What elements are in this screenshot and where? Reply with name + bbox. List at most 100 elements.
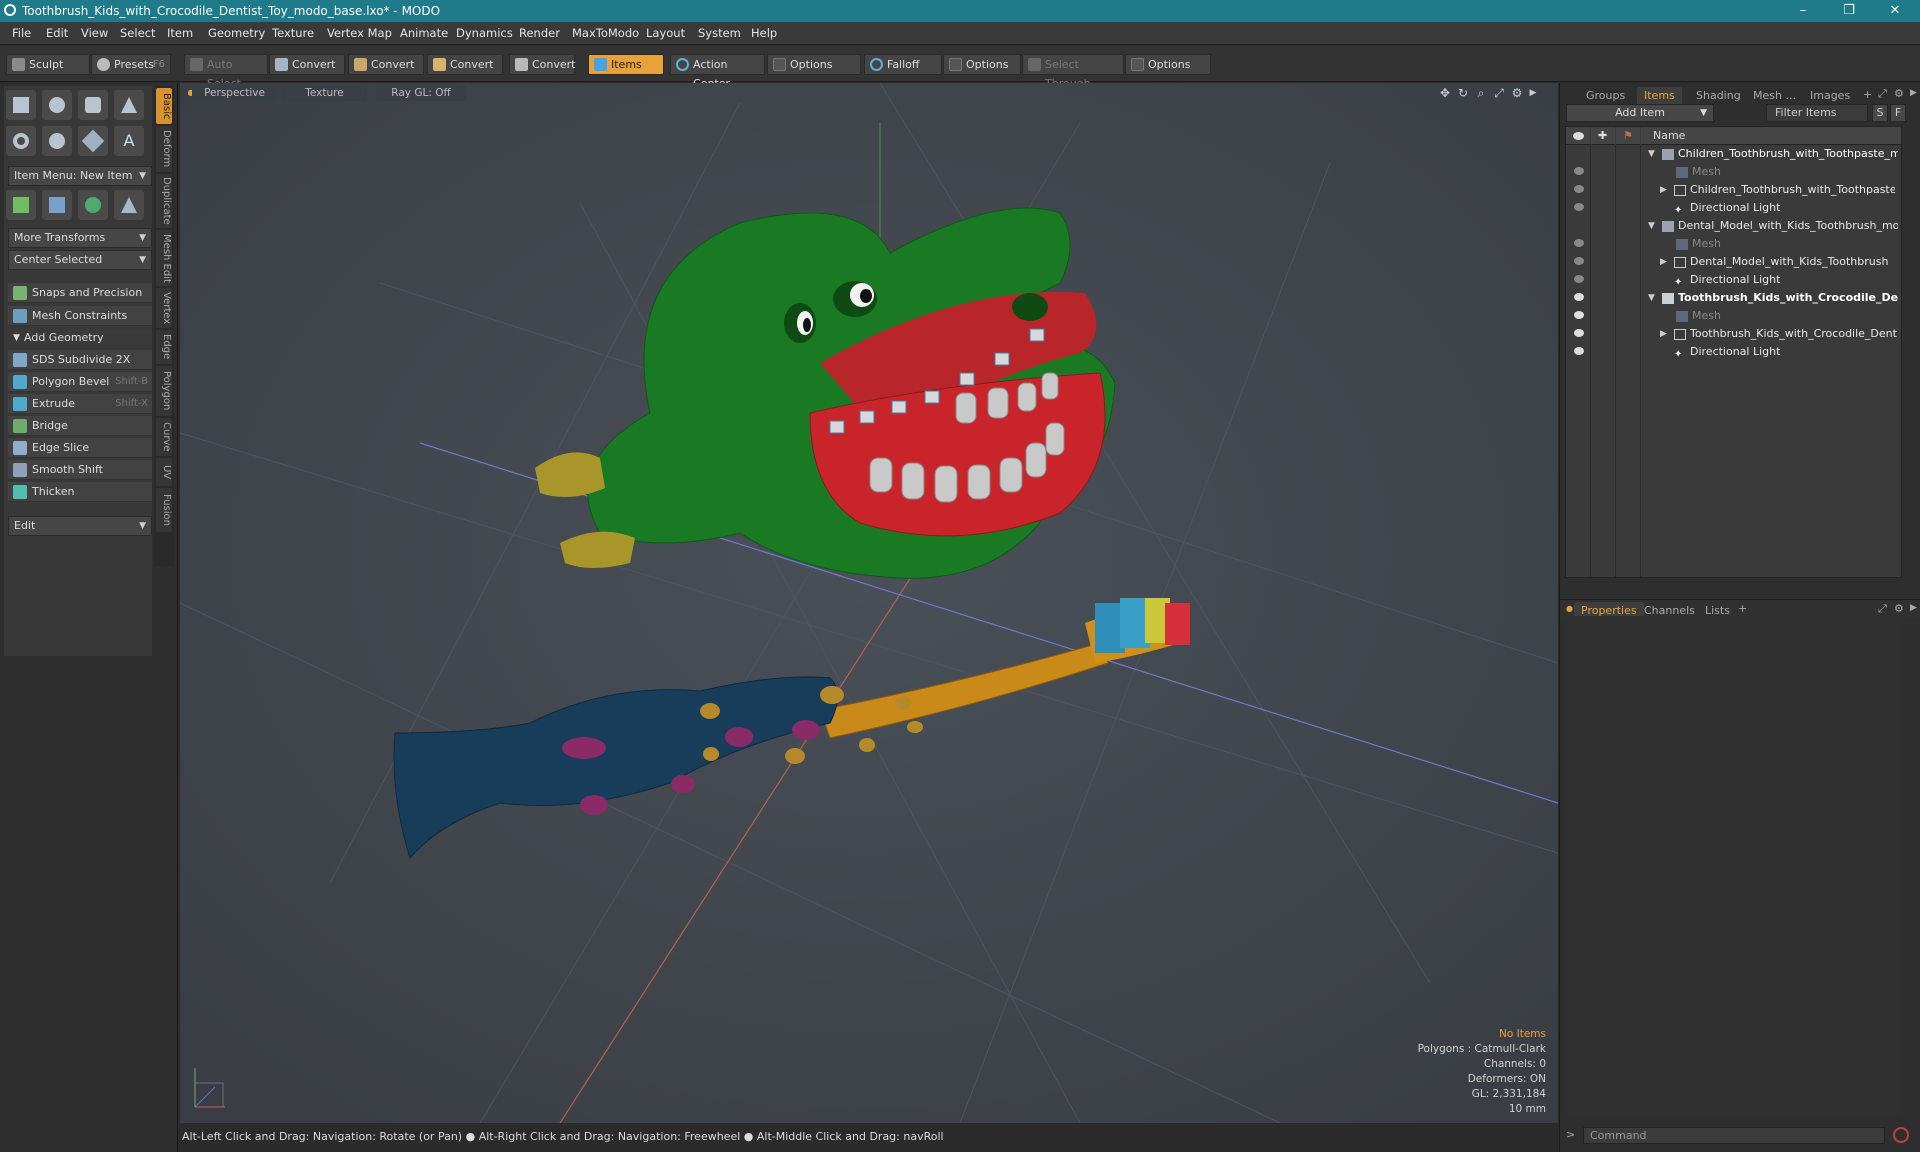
falloff-button[interactable]: Falloff xyxy=(864,54,942,75)
sphere-primitive-button[interactable] xyxy=(42,90,72,120)
menu-maxtomodo[interactable]: MaxToModo xyxy=(572,26,639,40)
gear-icon[interactable]: ⚙ xyxy=(1894,602,1904,615)
list-item[interactable]: ✦ Directional Light xyxy=(1566,199,1901,217)
tab-mesh-edit[interactable]: Mesh Edit xyxy=(156,230,172,286)
item-menu-dropdown[interactable]: Item Menu: New Item ▼ xyxy=(8,166,152,186)
menu-file[interactable]: File xyxy=(12,26,31,40)
presets-button[interactable]: Presets F6 xyxy=(91,54,171,75)
eye-icon[interactable] xyxy=(1574,275,1584,283)
list-item[interactable]: ▼ Toothbrush_Kids_with_Crocodile_De... xyxy=(1566,289,1901,307)
bridge-button[interactable]: Bridge xyxy=(8,416,152,436)
tab-curve[interactable]: Curve xyxy=(156,418,172,456)
chevron-down-icon[interactable]: ▼ xyxy=(1648,289,1655,307)
eye-icon[interactable] xyxy=(1574,257,1584,265)
list-item[interactable]: Mesh xyxy=(1566,235,1901,253)
menu-dynamics[interactable]: Dynamics xyxy=(456,26,513,40)
list-item[interactable]: ▶ Children_Toothbrush_with_Toothpaste xyxy=(1566,181,1901,199)
mesh-constraints-button[interactable]: Mesh Constraints xyxy=(8,306,152,326)
auto-select-button[interactable]: Auto Select xyxy=(184,54,268,90)
action-center-button[interactable]: Action Center xyxy=(670,54,765,90)
extrude-button[interactable]: Extrude Shift-X xyxy=(8,394,152,414)
tab-images[interactable]: Images xyxy=(1803,87,1857,104)
tab-polygon[interactable]: Polygon xyxy=(156,366,172,416)
convert-edges-button[interactable]: Convert xyxy=(348,54,424,75)
type-column-header[interactable]: ⚑ xyxy=(1616,127,1640,145)
eye-icon[interactable] xyxy=(1574,347,1584,355)
panel-menu-arrow-icon[interactable]: ▶ xyxy=(1910,603,1917,613)
snaps-and-precision-button[interactable]: Snaps and Precision xyxy=(8,283,152,303)
chevron-right-icon[interactable]: ▶ xyxy=(1660,325,1667,343)
select-through-options-button[interactable]: Options xyxy=(1125,54,1211,75)
eye-icon[interactable] xyxy=(1574,329,1584,337)
tab-items[interactable]: Items xyxy=(1637,87,1682,104)
thicken-button[interactable]: Thicken xyxy=(8,482,152,502)
cone-primitive-button[interactable] xyxy=(114,90,144,120)
menu-select[interactable]: Select xyxy=(120,26,155,40)
polygon-bevel-button[interactable]: Polygon Bevel Shift-B xyxy=(8,372,152,392)
list-item[interactable]: ▼ Children_Toothbrush_with_Toothpaste_mo… xyxy=(1566,145,1901,163)
list-item[interactable]: ✦ Directional Light xyxy=(1566,271,1901,289)
more-transforms-dropdown[interactable]: More Transforms ▼ xyxy=(8,228,152,248)
eye-icon[interactable] xyxy=(1574,239,1584,247)
eye-icon[interactable] xyxy=(1574,167,1584,175)
close-button[interactable]: ✕ xyxy=(1872,0,1918,22)
list-item[interactable]: ▶ Dental_Model_with_Kids_Toothbrush xyxy=(1566,253,1901,271)
name-column-header[interactable]: Name xyxy=(1641,127,1901,145)
chevron-right-icon[interactable]: ▶ xyxy=(1660,253,1667,271)
menu-item[interactable]: Item xyxy=(167,26,193,40)
convert-polygons-button[interactable]: Convert xyxy=(427,54,503,75)
viewport-menu-arrow-icon[interactable]: ▶ xyxy=(1526,86,1540,100)
cylinder-primitive-button[interactable] xyxy=(78,90,108,120)
list-item[interactable]: ✦ Directional Light xyxy=(1566,343,1901,361)
list-item[interactable]: Mesh xyxy=(1566,163,1901,181)
tab-fusion[interactable]: Fusion xyxy=(156,488,172,532)
chevron-down-icon[interactable]: ▼ xyxy=(1648,217,1655,235)
maximize-view-icon[interactable]: ⤢ xyxy=(1492,86,1506,100)
chevron-down-icon[interactable]: ▼ xyxy=(1648,145,1655,163)
maximize-panel-icon[interactable]: ⤢ xyxy=(1878,602,1887,616)
edge-slice-button[interactable]: Edge Slice xyxy=(8,438,152,458)
tab-basic[interactable]: Basic xyxy=(156,88,172,124)
menu-view[interactable]: View xyxy=(81,26,108,40)
scale-tool-button[interactable] xyxy=(114,190,144,220)
capsule-primitive-button[interactable] xyxy=(42,126,72,156)
menu-animate[interactable]: Animate xyxy=(400,26,448,40)
gear-icon[interactable]: ⚙ xyxy=(1510,86,1524,100)
tab-groups[interactable]: Groups xyxy=(1579,87,1632,104)
cube-primitive-button[interactable] xyxy=(6,90,36,120)
3d-viewport[interactable] xyxy=(180,83,1558,1123)
smooth-shift-button[interactable]: Smooth Shift xyxy=(8,460,152,480)
maximize-button[interactable]: ❐ xyxy=(1826,0,1872,22)
menu-render[interactable]: Render xyxy=(519,26,560,40)
gear-icon[interactable]: ⚙ xyxy=(1894,87,1904,100)
grid-tool-button[interactable] xyxy=(42,190,72,220)
tab-uv[interactable]: UV xyxy=(156,458,172,486)
filter-f-button[interactable]: F xyxy=(1890,104,1906,122)
items-mode-button[interactable]: Items xyxy=(588,54,664,75)
tab-deform[interactable]: Deform xyxy=(156,126,172,172)
minimize-button[interactable]: – xyxy=(1780,0,1826,22)
lock-column-header[interactable]: ✚ xyxy=(1591,127,1615,145)
rotate-tool-button[interactable] xyxy=(78,190,108,220)
tab-mesh[interactable]: Mesh ... xyxy=(1746,87,1803,104)
torus-primitive-button[interactable] xyxy=(6,126,36,156)
transform-tool-button[interactable] xyxy=(6,190,36,220)
zoom-view-icon[interactable]: ⌕ xyxy=(1474,86,1488,100)
raygl-toggle-button[interactable]: Ray GL: Off xyxy=(376,86,466,101)
tab-edge[interactable]: Edge xyxy=(156,330,172,364)
eye-icon[interactable] xyxy=(1574,311,1584,319)
panel-menu-arrow-icon[interactable]: ▶ xyxy=(1910,88,1917,98)
tab-shading[interactable]: Shading xyxy=(1689,87,1748,104)
menu-system[interactable]: System xyxy=(698,26,741,40)
tab-duplicate[interactable]: Duplicate xyxy=(156,174,172,228)
action-center-options-button[interactable]: Options xyxy=(767,54,861,75)
list-item[interactable]: Mesh xyxy=(1566,307,1901,325)
center-selected-dropdown[interactable]: Center Selected ▼ xyxy=(8,250,152,270)
add-item-dropdown[interactable]: Add Item ▼ xyxy=(1566,104,1714,122)
menu-layout[interactable]: Layout xyxy=(646,26,685,40)
edit-dropdown[interactable]: Edit ▼ xyxy=(8,516,152,536)
text-tool-button[interactable]: A xyxy=(114,126,144,156)
pen-tool-button[interactable] xyxy=(78,126,108,156)
maximize-panel-icon[interactable]: ⤢ xyxy=(1878,87,1887,101)
menu-vertex-map[interactable]: Vertex Map xyxy=(327,26,392,40)
